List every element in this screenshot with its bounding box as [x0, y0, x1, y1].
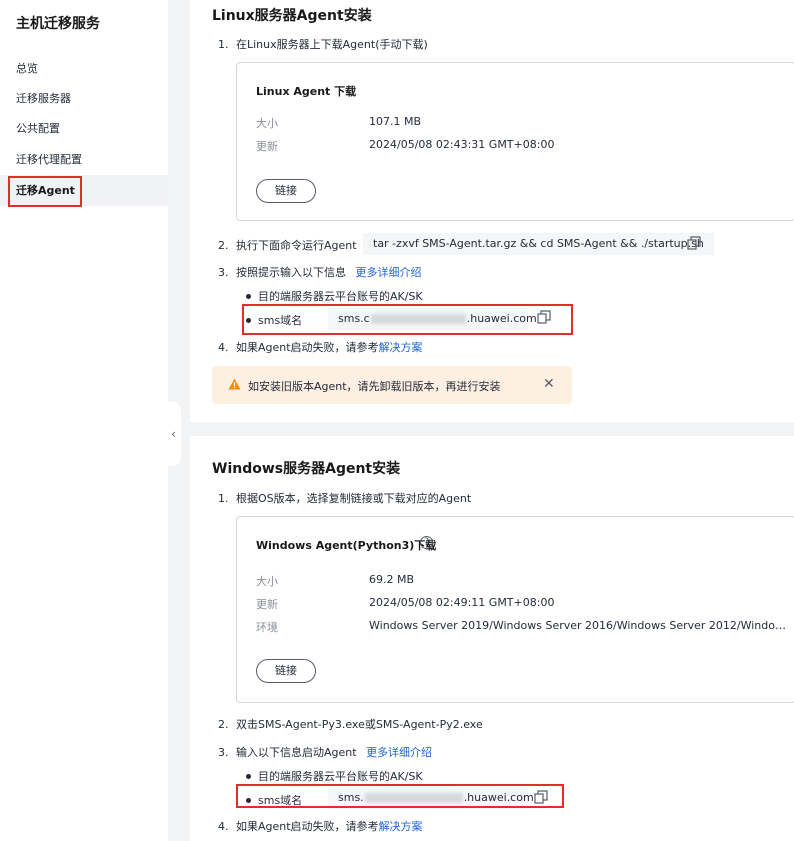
sidebar: 主机迁移服务 总览 迁移服务器 公共配置 迁移代理配置 迁移Agent — [0, 0, 168, 841]
windows-env-value: Windows Server 2019/Windows Server 2016/… — [369, 619, 789, 632]
linux-update-label: 更新 — [256, 140, 278, 153]
close-icon[interactable]: ✕ — [543, 376, 555, 392]
windows-more-details-link[interactable]: 更多详细介绍 — [366, 746, 432, 759]
linux-bullet-aksk: 目的端服务器云平台账号的AK/SK — [246, 288, 423, 304]
linux-update-value: 2024/05/08 02:43:31 GMT+08:00 — [369, 138, 555, 151]
warning-alert: 如安装旧版本Agent，请先卸载旧版本，再进行安装 ✕ — [212, 366, 572, 404]
sidebar-title: 主机迁移服务 — [16, 16, 100, 32]
warning-icon — [228, 378, 241, 390]
windows-download-title: Windows Agent(Python3)下载 — [256, 539, 437, 552]
linux-download-panel: Linux Agent 下载 大小 107.1 MB 更新 2024/05/08… — [236, 62, 794, 221]
windows-update-label: 更新 — [256, 598, 278, 611]
windows-download-panel: Windows Agent(Python3)下载 ? 大小 69.2 MB 更新… — [236, 516, 794, 703]
linux-download-title: Linux Agent 下载 — [256, 85, 357, 98]
chevron-left-icon: ‹ — [171, 427, 176, 441]
sidebar-item-public-config[interactable]: 公共配置 — [16, 114, 60, 144]
highlight-box-windows-domain — [236, 784, 564, 808]
sidebar-item-servers[interactable]: 迁移服务器 — [16, 84, 71, 114]
copy-icon[interactable] — [687, 236, 701, 250]
help-icon[interactable]: ? — [420, 536, 433, 549]
section-separator — [190, 422, 794, 436]
sidebar-collapse-button[interactable]: ‹ — [166, 402, 181, 466]
linux-section-title: Linux服务器Agent安装 — [212, 8, 372, 24]
windows-section-title: Windows服务器Agent安装 — [212, 461, 401, 477]
linux-step-4: 4. 如果Agent启动失败，请参考解决方案 — [218, 341, 423, 354]
sidebar-item-overview[interactable]: 总览 — [16, 54, 38, 84]
linux-solution-link[interactable]: 解决方案 — [379, 341, 423, 354]
linux-size-value: 107.1 MB — [369, 115, 422, 128]
windows-size-label: 大小 — [256, 575, 278, 588]
windows-size-value: 69.2 MB — [369, 573, 415, 586]
highlight-box-sidebar — [8, 176, 82, 207]
linux-agent-card: Linux服务器Agent安装 1. 在Linux服务器上下载Agent(手动下载… — [190, 0, 794, 422]
windows-solution-link[interactable]: 解决方案 — [379, 820, 423, 833]
linux-link-button[interactable]: 链接 — [256, 179, 316, 203]
linux-command-box[interactable]: tar -zxvf SMS-Agent.tar.gz && cd SMS-Age… — [363, 233, 714, 255]
linux-step-1: 1. 在Linux服务器上下载Agent(手动下载) — [218, 38, 428, 51]
windows-step-4: 4. 如果Agent启动失败，请参考解决方案 — [218, 820, 423, 833]
linux-step-3: 3. 按照提示输入以下信息 更多详细介绍 — [218, 266, 422, 279]
windows-step-3: 3. 输入以下信息启动Agent 更多详细介绍 — [218, 746, 433, 759]
windows-step-1: 1. 根据OS版本，选择复制链接或下载对应的Agent — [218, 492, 472, 505]
windows-step-2: 2. 双击SMS-Agent-Py3.exe或SMS-Agent-Py2.exe — [218, 718, 483, 731]
linux-step-2: 2. 执行下面命令运行Agent — [218, 239, 357, 252]
linux-size-label: 大小 — [256, 117, 278, 130]
sidebar-item-proxy-config[interactable]: 迁移代理配置 — [16, 145, 82, 175]
windows-agent-card: Windows服务器Agent安装 1. 根据OS版本，选择复制链接或下载对应的A… — [190, 436, 794, 841]
windows-update-value: 2024/05/08 02:49:11 GMT+08:00 — [369, 596, 555, 609]
linux-more-details-link[interactable]: 更多详细介绍 — [356, 266, 422, 279]
highlight-box-linux-domain — [242, 304, 573, 335]
windows-env-label: 环境 — [256, 621, 278, 634]
warning-alert-text: 如安装旧版本Agent，请先卸载旧版本，再进行安装 — [248, 380, 501, 393]
windows-link-button[interactable]: 链接 — [256, 659, 316, 683]
windows-bullet-aksk: 目的端服务器云平台账号的AK/SK — [246, 768, 423, 784]
